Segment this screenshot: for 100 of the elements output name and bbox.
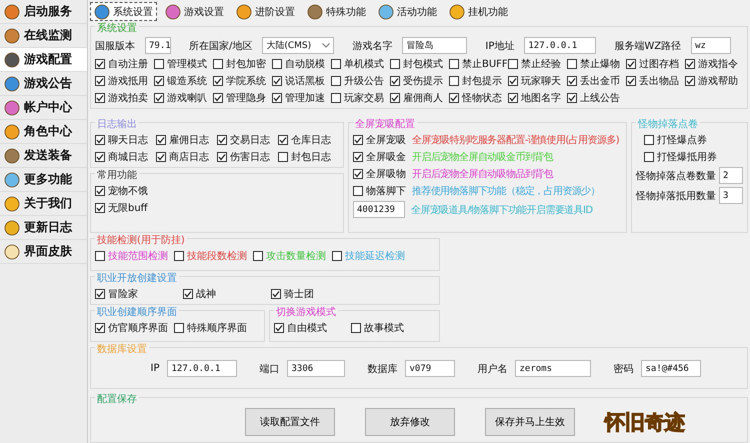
input-field[interactable]: 3306 (287, 360, 346, 377)
checkbox[interactable]: 自由模式 (274, 321, 327, 335)
checkbox[interactable]: 封包日志 (278, 150, 339, 164)
tick-box-icon (174, 251, 184, 261)
checkbox[interactable]: 游戏指令 (685, 57, 744, 71)
checkbox[interactable]: 游戏拍卖 (95, 91, 154, 105)
checkbox[interactable]: 升级公告 (331, 74, 390, 88)
round-icon (4, 124, 20, 140)
checkbox[interactable]: 自动脱模 (272, 57, 331, 71)
tab[interactable]: 特殊功能 (303, 2, 370, 21)
checkbox[interactable]: 战神 (183, 287, 271, 301)
checkbox[interactable]: 禁止爆物 (567, 57, 626, 71)
checkbox[interactable]: 全屏吸金 (353, 150, 406, 164)
tick-box-icon (95, 203, 105, 213)
checkbox[interactable]: 交易日志 (217, 133, 278, 147)
checkbox[interactable]: 聊天日志 (95, 133, 156, 147)
checkbox[interactable]: 封包加密 (213, 57, 272, 71)
checkbox[interactable]: 学院系统 (213, 74, 272, 88)
checkbox[interactable]: 怪物状态 (449, 91, 508, 105)
field-label: 服务端WZ路径 (614, 40, 682, 52)
checkbox[interactable]: 打怪爆点券 (644, 133, 707, 147)
checkbox[interactable]: 受伤提示 (390, 74, 449, 88)
checkbox[interactable]: 禁止BUFF (449, 57, 508, 71)
input-field[interactable]: 79.1 (145, 37, 171, 54)
checkbox[interactable]: 商店日志 (156, 150, 217, 164)
checkbox[interactable]: 骑士团 (271, 287, 359, 301)
checkbox[interactable]: 技能段数检测 (174, 249, 247, 263)
checkbox[interactable]: 特殊顺序界面 (174, 321, 247, 335)
checkbox[interactable]: 上线公告 (567, 91, 626, 105)
checkbox[interactable]: 物落脚下 (353, 184, 406, 198)
checkbox[interactable]: 说话黑板 (272, 74, 331, 88)
checkbox[interactable]: 商城日志 (95, 150, 156, 164)
checkbox[interactable]: 全屏吸物 (353, 167, 406, 181)
checkbox[interactable]: 管理加速 (272, 91, 331, 105)
checkbox[interactable]: 仿官顺序界面 (95, 321, 168, 335)
checkbox[interactable]: 封包提示 (449, 74, 508, 88)
checkbox[interactable]: 丢出物品 (626, 74, 685, 88)
checkbox[interactable]: 游戏帮助 (685, 74, 744, 88)
tick-box-icon (95, 251, 105, 261)
input-field[interactable]: sa!@#456 (641, 360, 702, 377)
action-button[interactable]: 放弃修改 (365, 408, 455, 436)
action-button[interactable]: 保存并马上生效 (485, 408, 575, 436)
round-icon (4, 220, 20, 236)
input-field[interactable]: wz (691, 37, 732, 54)
checkbox[interactable]: 禁止经验 (508, 57, 567, 71)
checkbox[interactable]: 雇佣商人 (390, 91, 449, 105)
group-title: 日志输出 (95, 117, 139, 131)
tick-box-icon (213, 76, 223, 86)
tab[interactable]: 活动功能 (374, 2, 441, 21)
tab[interactable]: 进阶设置 (232, 2, 299, 21)
checkbox[interactable]: 冒险家 (95, 287, 183, 301)
item-id-field[interactable]: 4001239 (353, 201, 405, 218)
checkbox[interactable]: 过图存档 (626, 57, 685, 71)
tick-box-icon (174, 323, 184, 333)
tick-box-icon (508, 93, 518, 103)
input-field[interactable]: v079 (405, 360, 456, 377)
action-button[interactable]: 读取配置文件 (245, 408, 335, 436)
tick-box-icon (567, 93, 577, 103)
tab-icon (94, 4, 110, 20)
tick-box-icon (567, 76, 577, 86)
tick-box-icon (95, 76, 105, 86)
tick-box-icon (278, 152, 288, 162)
checkbox[interactable]: 封包模式 (390, 57, 449, 71)
tab[interactable]: 系统设置 (90, 2, 157, 21)
input-field[interactable]: zeroms (515, 360, 592, 377)
checkbox[interactable]: 故事模式 (351, 321, 404, 335)
tick-box-icon (390, 76, 400, 86)
tick-box-icon (154, 76, 164, 86)
checkbox[interactable]: 地图名字 (508, 91, 567, 105)
checkbox[interactable]: 游戏喇叭 (154, 91, 213, 105)
checkbox[interactable]: 宠物不饿 (95, 184, 195, 198)
checkbox[interactable]: 管理模式 (154, 57, 213, 71)
checkbox[interactable]: 无限buff (95, 201, 195, 215)
input-field[interactable]: 3 (719, 187, 743, 204)
tick-box-icon (353, 152, 363, 162)
tick-box-icon (353, 169, 363, 179)
checkbox[interactable]: 丢出金币 (567, 74, 626, 88)
group-title: 系统设置 (95, 21, 139, 35)
checkbox[interactable]: 游戏抵用 (95, 74, 154, 88)
input-field[interactable]: 2 (719, 167, 743, 184)
checkbox[interactable]: 玩家交易 (331, 91, 390, 105)
checkbox[interactable]: 单机模式 (331, 57, 390, 71)
checkbox[interactable]: 仓库日志 (278, 133, 339, 147)
checkbox[interactable]: 锻造系统 (154, 74, 213, 88)
input-field[interactable]: 冒险岛 (402, 37, 468, 54)
checkbox[interactable]: 全屏宠吸 (353, 133, 406, 147)
field-label: 怪物掉落抵用数量 (636, 190, 716, 202)
tab[interactable]: 挂机功能 (445, 2, 512, 21)
input-field[interactable]: 127.0.0.1 (524, 37, 596, 54)
checkbox[interactable]: 玩家聊天 (508, 74, 567, 88)
input-field[interactable]: 127.0.0.1 (167, 360, 238, 377)
region-select[interactable]: 大陆(CMS) (262, 37, 334, 54)
sidebar-item[interactable]: 游戏配置 (0, 48, 87, 72)
checkbox[interactable]: 打怪爆抵用券 (644, 150, 717, 164)
checkbox[interactable]: 自动注册 (95, 57, 154, 71)
hint-text: 全屏宠吸道具/物落脚下功能开启需要道具ID (411, 204, 592, 216)
checkbox[interactable]: 管理隐身 (213, 91, 272, 105)
tab[interactable]: 游戏设置 (161, 2, 228, 21)
checkbox[interactable]: 雇佣日志 (156, 133, 217, 147)
checkbox[interactable]: 伤害日志 (217, 150, 278, 164)
